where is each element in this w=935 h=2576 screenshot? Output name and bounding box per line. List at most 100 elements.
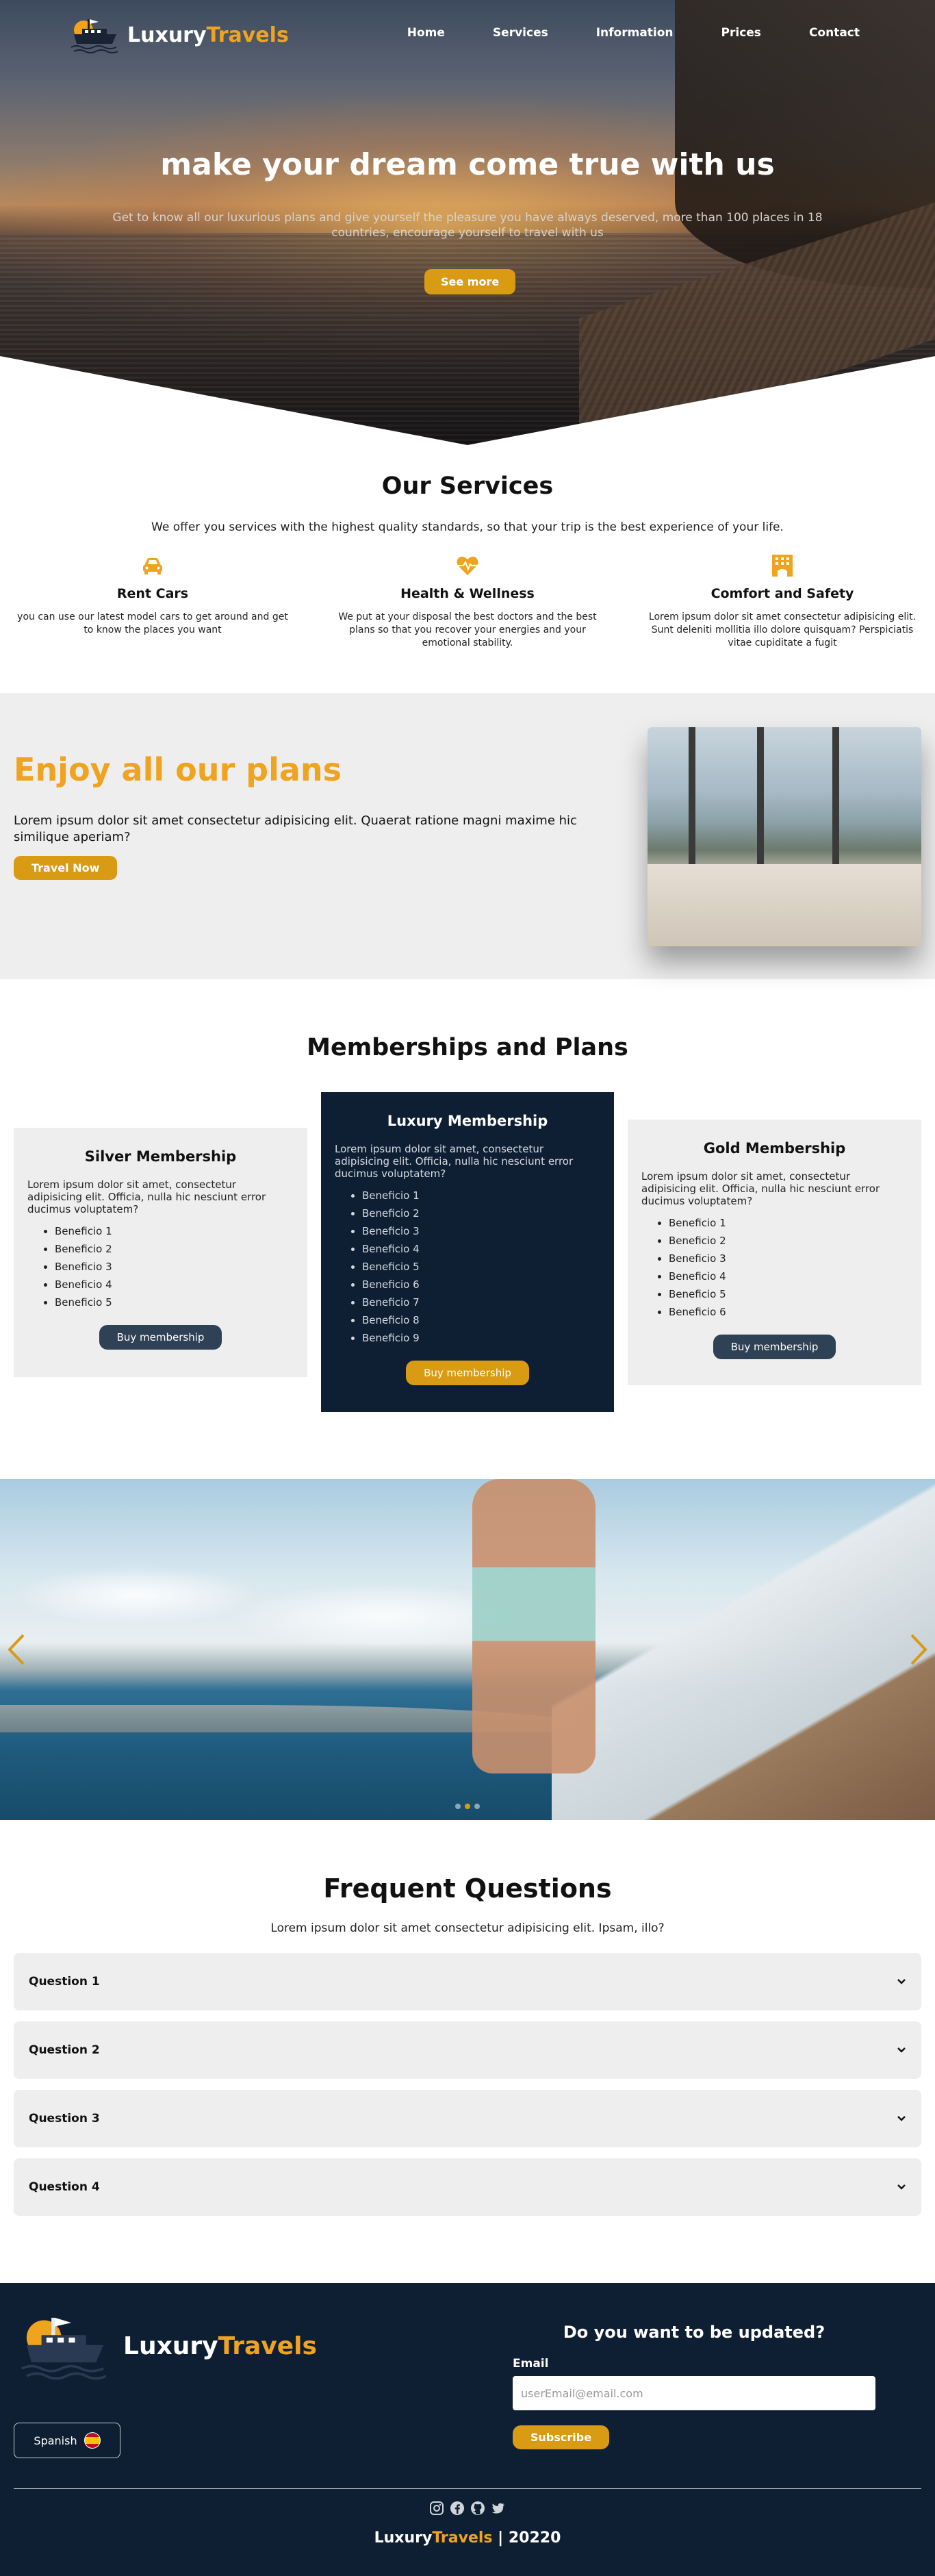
main-nav: LuxuryTravels Home Services Information …	[0, 0, 935, 68]
nav-link-contact[interactable]: Contact	[809, 26, 860, 40]
plan-benefits: Beneficio 1 Beneficio 2 Beneficio 3 Bene…	[335, 1187, 600, 1347]
faq-question-label: Question 2	[29, 2043, 100, 2057]
footer-copyright: LuxuryTravels | 20220	[0, 2529, 935, 2547]
faq-question-4[interactable]: Question 4	[14, 2158, 921, 2216]
benefit-item: Beneficio 4	[669, 1267, 908, 1285]
carousel-boat	[552, 1479, 935, 1820]
instagram-icon[interactable]	[429, 2501, 444, 2516]
promo-text: Lorem ipsum dolor sit amet consectetur a…	[14, 813, 577, 844]
services-title: Our Services	[381, 472, 554, 500]
site-footer: LuxuryTravels Spanish Do you want to be …	[0, 2283, 935, 2576]
benefit-item: Beneficio 3	[362, 1222, 600, 1240]
hotel-icon	[772, 555, 793, 577]
benefit-item: Beneficio 7	[362, 1293, 600, 1311]
buy-luxury-button[interactable]: Buy membership	[406, 1361, 529, 1385]
benefit-item: Beneficio 5	[669, 1285, 908, 1303]
benefit-item: Beneficio 8	[362, 1311, 600, 1329]
benefit-item: Beneficio 4	[55, 1276, 294, 1293]
faq-question-1[interactable]: Question 1	[14, 1953, 921, 2010]
faq-question-2[interactable]: Question 2	[14, 2021, 921, 2079]
nav-link-prices[interactable]: Prices	[721, 26, 761, 40]
ship-logo-icon	[21, 2317, 107, 2380]
faq-question-label: Question 1	[29, 1975, 100, 1988]
brand-name-part2: Travels	[206, 23, 289, 47]
services-subtitle: We offer you services with the highest q…	[151, 520, 784, 534]
chevron-down-icon	[897, 2184, 906, 2190]
service-title: Rent Cars	[116, 586, 189, 601]
facebook-icon[interactable]	[450, 2501, 465, 2516]
newsletter-title: Do you want to be updated?	[563, 2323, 825, 2342]
chevron-down-icon	[897, 2047, 906, 2053]
hero-title: make your dream come true with us	[160, 147, 775, 182]
car-icon	[143, 558, 162, 574]
image-carousel	[0, 1479, 935, 1820]
gold-membership-card: Gold Membership Lorem ipsum dolor sit am…	[628, 1120, 921, 1385]
buy-gold-button[interactable]: Buy membership	[713, 1335, 836, 1359]
benefit-item: Beneficio 1	[55, 1222, 294, 1240]
carousel-next-arrow-icon[interactable]	[905, 1631, 932, 1668]
benefit-item: Beneficio 2	[55, 1240, 294, 1258]
carousel-dot[interactable]	[474, 1804, 480, 1809]
twitter-icon[interactable]	[491, 2501, 506, 2516]
nav-link-home[interactable]: Home	[407, 26, 445, 40]
window-frame	[832, 727, 839, 871]
plan-description: Lorem ipsum dolor sit amet, consectetur …	[27, 1178, 266, 1215]
see-more-button[interactable]: See more	[424, 269, 516, 294]
github-icon[interactable]	[470, 2501, 485, 2516]
social-links	[0, 2501, 935, 2516]
plan-title: Gold Membership	[703, 1140, 846, 1157]
benefit-item: Beneficio 6	[669, 1303, 908, 1321]
footer-divider	[14, 2488, 921, 2489]
spain-flag-icon	[84, 2432, 101, 2449]
services-section: Our Services We offer you services with …	[0, 445, 935, 693]
nav-links: Home Services Information Prices Contact	[407, 26, 860, 40]
service-text: We put at your disposal the best doctors…	[338, 611, 597, 648]
travel-now-button[interactable]: Travel Now	[14, 856, 118, 880]
memberships-title: Memberships and Plans	[307, 1034, 628, 1061]
window-frame	[689, 727, 695, 871]
benefit-item: Beneficio 5	[55, 1293, 294, 1311]
silver-membership-card: Silver Membership Lorem ipsum dolor sit …	[14, 1128, 307, 1377]
plan-title: Silver Membership	[84, 1148, 237, 1165]
language-selector-button[interactable]: Spanish	[14, 2423, 120, 2458]
service-rent-cars: Rent Cars you can use our latest model c…	[12, 553, 293, 650]
newsletter-form: Do you want to be updated? Email Subscri…	[513, 2323, 875, 2449]
email-field[interactable]	[513, 2376, 875, 2410]
window-frame	[757, 727, 764, 871]
brand-name-part2: Travels	[432, 2529, 493, 2547]
benefit-item: Beneficio 3	[669, 1250, 908, 1267]
carousel-prev-arrow-icon[interactable]	[3, 1631, 30, 1668]
buy-silver-button[interactable]: Buy membership	[99, 1325, 222, 1350]
service-text: Lorem ipsum dolor sit amet consectetur a…	[648, 611, 917, 648]
plan-benefits: Beneficio 1 Beneficio 2 Beneficio 3 Bene…	[27, 1222, 294, 1311]
footer-brand-link[interactable]: LuxuryTravels	[14, 2310, 317, 2382]
carousel-dot[interactable]	[455, 1804, 461, 1809]
carousel-dot[interactable]	[465, 1804, 470, 1809]
benefit-item: Beneficio 1	[362, 1187, 600, 1204]
chevron-down-icon	[897, 2116, 906, 2121]
benefit-item: Beneficio 9	[362, 1329, 600, 1347]
faq-question-3[interactable]: Question 3	[14, 2090, 921, 2147]
bed	[648, 864, 921, 946]
plans-promo-section: Enjoy all our plans Lorem ipsum dolor si…	[0, 693, 935, 979]
brand-logo-link[interactable]: LuxuryTravels	[67, 15, 289, 55]
footer-brand-name: LuxuryTravels	[123, 2332, 317, 2360]
benefit-item: Beneficio 2	[362, 1204, 600, 1222]
luxury-membership-card: Luxury Membership Lorem ipsum dolor sit …	[321, 1092, 614, 1412]
benefit-item: Beneficio 1	[669, 1214, 908, 1232]
benefit-item: Beneficio 5	[362, 1258, 600, 1276]
copyright-year: | 20220	[498, 2529, 561, 2547]
faq-section: Frequent Questions Lorem ipsum dolor sit…	[0, 1820, 935, 2283]
hero-section: LuxuryTravels Home Services Information …	[0, 0, 935, 445]
memberships-section: Memberships and Plans Silver Membership …	[0, 979, 935, 1479]
subscribe-button[interactable]: Subscribe	[513, 2425, 610, 2449]
service-title: Comfort and Safety	[710, 586, 854, 601]
nav-link-services[interactable]: Services	[493, 26, 548, 40]
nav-link-information[interactable]: Information	[596, 26, 674, 40]
plan-description: Lorem ipsum dolor sit amet, consectetur …	[335, 1143, 574, 1180]
brand-name: LuxuryTravels	[127, 23, 289, 47]
faq-subtitle: Lorem ipsum dolor sit amet consectetur a…	[270, 1921, 665, 1935]
services-grid: Rent Cars you can use our latest model c…	[0, 553, 935, 650]
benefit-item: Beneficio 3	[55, 1258, 294, 1276]
carousel-indicators	[0, 1799, 935, 1812]
